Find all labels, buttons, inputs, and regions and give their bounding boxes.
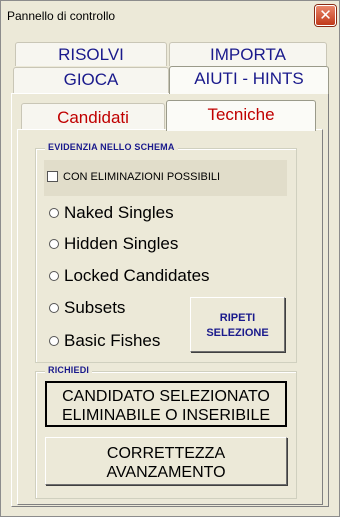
tab-importa[interactable]: IMPORTA [169,42,327,66]
candidato-label-line1: CANDIDATO SELEZIONATO [62,388,270,405]
correttezza-label-line2: AVANZAMENTO [106,464,226,481]
radio-hidden-singles[interactable] [49,239,59,249]
radio-locked-candidates[interactable] [49,271,59,281]
ripeti-label-line1: RIPETI [219,312,256,324]
candidato-label-line2: ELIMINABILE O INSERIBILE [61,407,271,424]
eliminazioni-checkbox[interactable] [47,171,58,182]
correttezza-label-line1: CORRETTEZZA [106,445,226,462]
tab-aiuti-hints[interactable]: AIUTI - HINTS [169,66,329,94]
evidenzia-legend: EVIDENZIA NELLO SCHEMA [45,142,178,152]
radio-label-hidden-singles[interactable]: Hidden Singles [64,234,178,254]
radio-label-naked-singles[interactable]: Naked Singles [64,203,174,223]
radio-label-locked-candidates[interactable]: Locked Candidates [64,266,210,286]
radio-basic-fishes[interactable] [49,336,59,346]
candidato-selezionato-button[interactable]: CANDIDATO SELEZIONATO ELIMINABILE O INSE… [45,381,287,427]
radio-label-basic-fishes[interactable]: Basic Fishes [64,331,160,351]
ripeti-label-line2: SELEZIONE [206,327,269,339]
ripeti-selezione-button[interactable]: RIPETI SELEZIONE [190,297,285,352]
tab-risolvi[interactable]: RISOLVI [15,42,167,66]
correttezza-avanzamento-button[interactable]: CORRETTEZZA AVANZAMENTO [45,437,287,485]
radio-naked-singles[interactable] [49,208,59,218]
radio-subsets[interactable] [49,303,59,313]
tab-tecniche[interactable]: Tecniche [166,100,316,131]
radio-label-subsets[interactable]: Subsets [64,298,125,318]
tab-candidati[interactable]: Candidati [21,103,165,131]
control-panel-window: Pannello di controllo ✕ RISOLVI IMPORTA … [0,0,340,517]
close-button[interactable]: ✕ [315,5,336,26]
eliminazioni-checkbox-label[interactable]: CON ELIMINAZIONI POSSIBILI [63,171,220,183]
close-icon: ✕ [319,6,332,24]
tab-gioca[interactable]: GIOCA [13,67,169,93]
richiedi-legend: RICHIEDI [45,365,93,375]
title-bar: Pannello di controllo ✕ [1,1,339,31]
window-title: Pannello di controllo [7,9,116,23]
